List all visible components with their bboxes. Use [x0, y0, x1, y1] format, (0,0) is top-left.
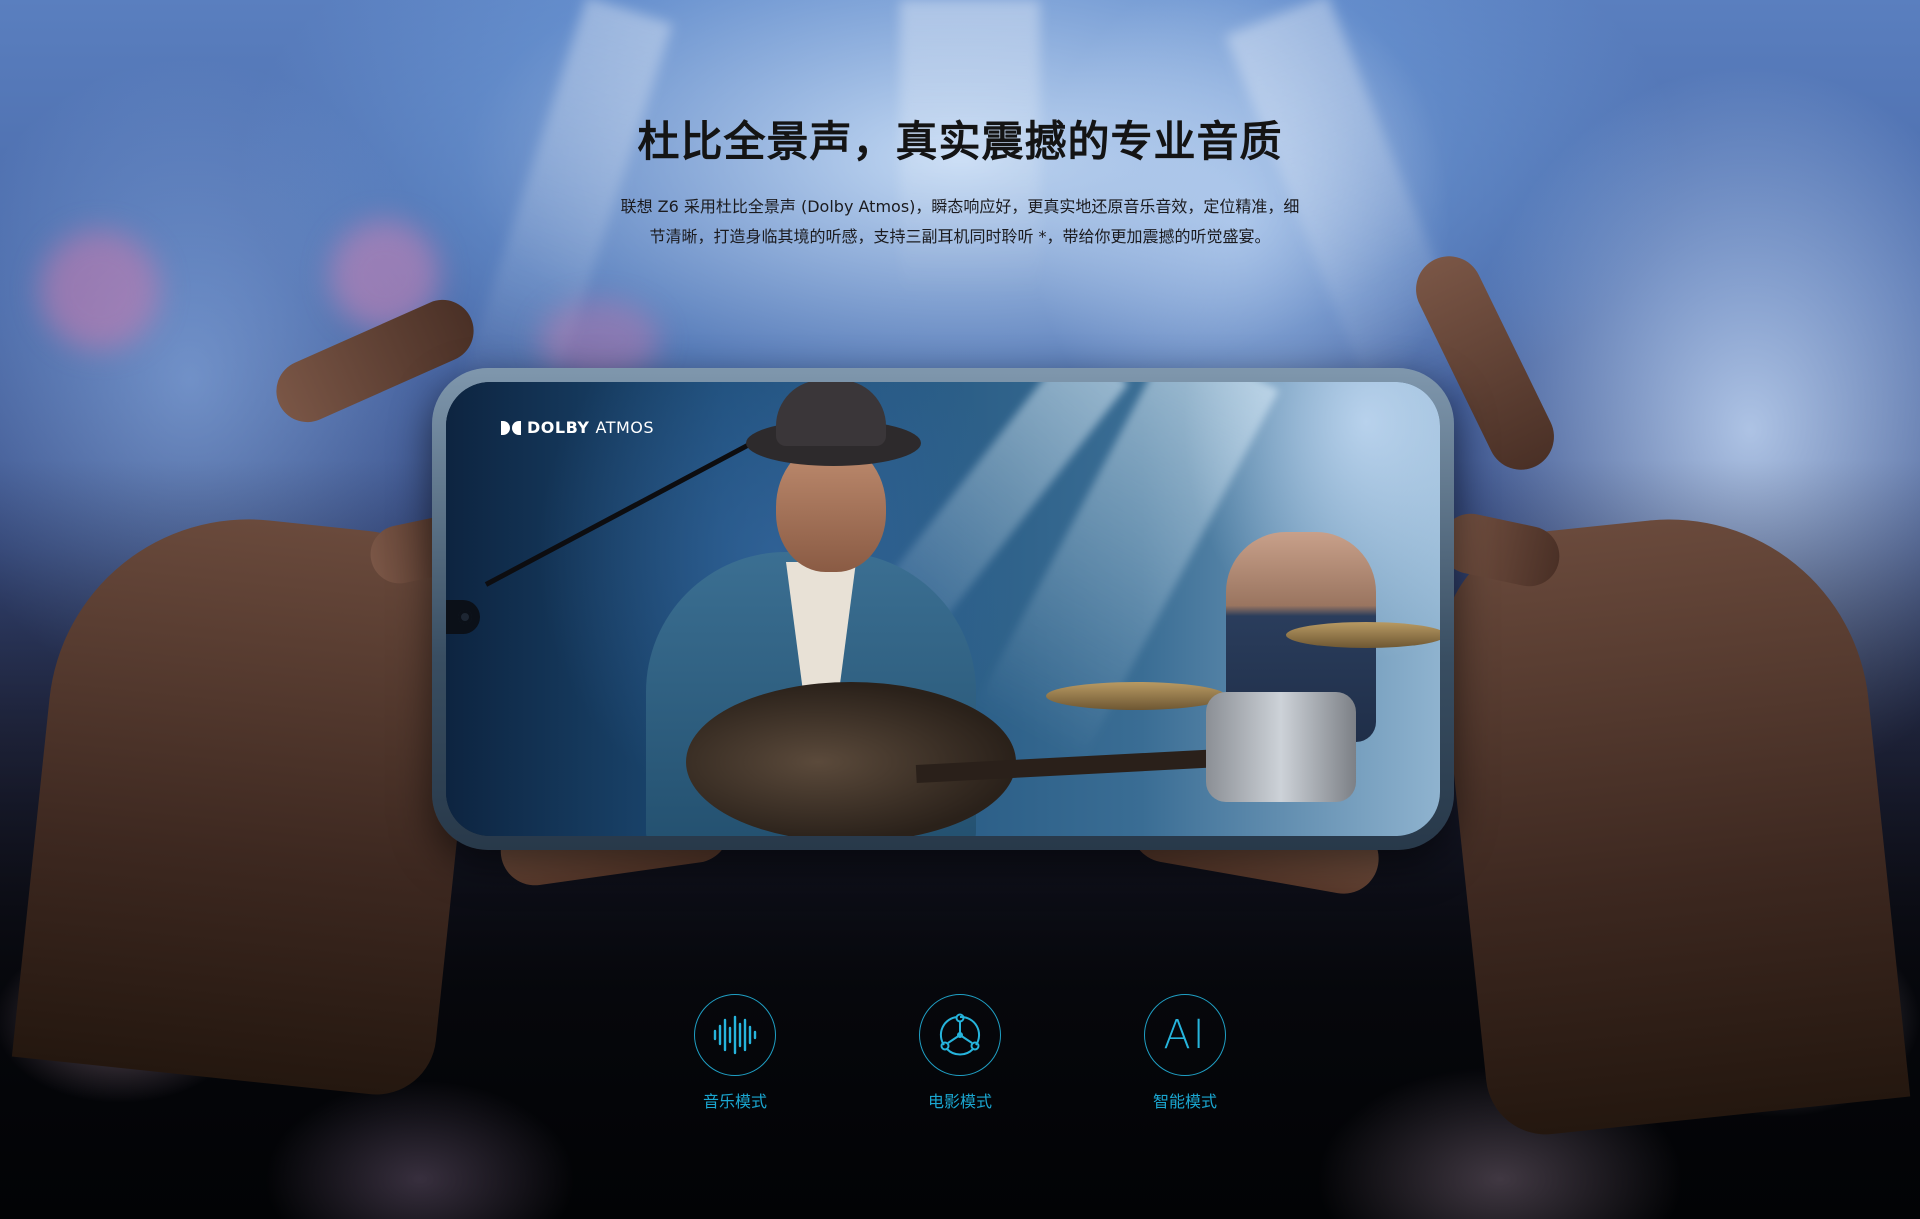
phone-screen: DOLBY ATMOS: [446, 382, 1440, 836]
dolby-badge-product: ATMOS: [595, 418, 655, 437]
ai-icon: AI: [1144, 994, 1226, 1076]
mode-music-label: 音乐模式: [702, 1092, 767, 1111]
description-line-2: 节清晰，打造身临其境的听感，支持三副耳机同时聆听 *，带给你更加震撼的听觉盛宴。: [649, 227, 1271, 246]
section-description: 联想 Z6 采用杜比全景声 (Dolby Atmos)，瞬态响应好，更真实地还原…: [620, 192, 1300, 252]
cymbal: [1046, 682, 1226, 710]
stage-light-glow: [40, 230, 160, 350]
acoustic-guitar: [686, 682, 1016, 836]
mode-music: 音乐模式: [655, 994, 815, 1112]
sound-wave-icon: [694, 994, 776, 1076]
cymbal: [1286, 622, 1440, 648]
singer-hat: [776, 382, 886, 446]
hero-scene: 杜比全景声，真实震撼的专业音质 联想 Z6 采用杜比全景声 (Dolby Atm…: [0, 0, 1920, 1219]
mode-movie-label: 电影模式: [927, 1092, 992, 1111]
sound-modes: 音乐模式 电影模式 AI 智能模式: [0, 994, 1920, 1124]
cinema-nodes-icon: [919, 994, 1001, 1076]
mode-movie: 电影模式: [880, 994, 1040, 1112]
dolby-atmos-badge: DOLBY ATMOS: [501, 418, 654, 437]
ai-glyph: AI: [1163, 1012, 1207, 1058]
mode-smart: AI 智能模式: [1105, 994, 1265, 1112]
phone-device: DOLBY ATMOS: [432, 368, 1454, 850]
description-line-1: 联想 Z6 采用杜比全景声 (Dolby Atmos)，瞬态响应好，更真实地还原…: [620, 197, 1300, 216]
dolby-badge-brand: DOLBY: [527, 418, 590, 437]
drum: [1206, 692, 1356, 802]
section-title: 杜比全景声，真实震撼的专业音质: [637, 117, 1283, 166]
dolby-logo-icon: [501, 420, 521, 435]
waterdrop-notch: [446, 600, 480, 634]
mode-smart-label: 智能模式: [1152, 1092, 1217, 1111]
